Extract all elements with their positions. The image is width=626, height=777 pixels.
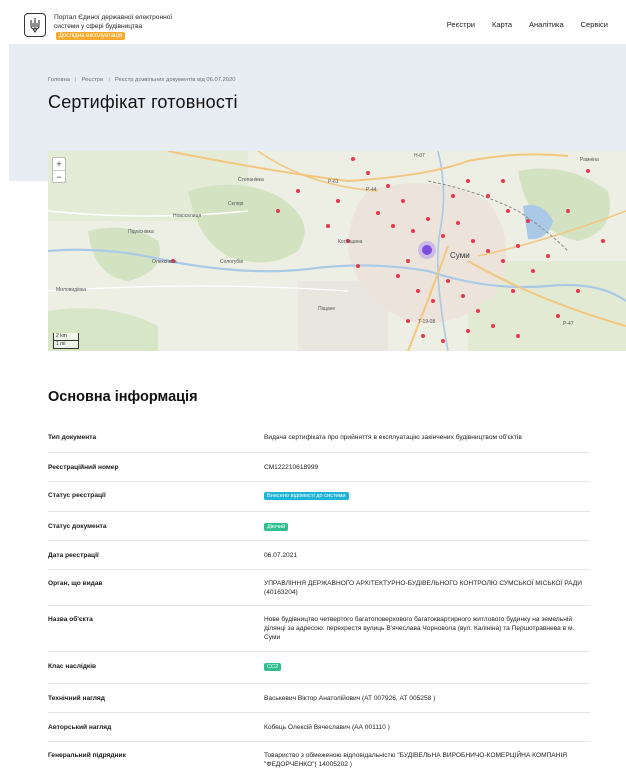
info-value: Васькевич Віктор Анатолійович (АТ 007926… — [264, 695, 436, 702]
info-value: 06.07.2021 — [264, 552, 298, 559]
info-row-author-supervision: Авторський нагляд Кобець Олексій Вячесла… — [48, 713, 590, 742]
info-row-reg-number: Реєстраційний номер СМ122210618999 — [48, 453, 590, 482]
info-label: Орган, що видав — [48, 580, 103, 587]
info-label: Статус реєстрації — [48, 492, 106, 499]
trident-icon — [30, 18, 40, 33]
info-row-general-contractor: Генеральний підрядник Товариство з обмеж… — [48, 742, 590, 777]
map-view[interactable]: Степанівка Суми Косівщина Новоселиця Під… — [48, 151, 626, 351]
map-zoom-control: + − — [52, 157, 66, 183]
map-label-road-p61: P-61 — [328, 179, 339, 185]
map-label-kosivshchyna: Косівщина — [338, 239, 363, 245]
map-label-ramnina: Рамніна — [580, 157, 599, 163]
nav-map[interactable]: Карта — [492, 20, 512, 29]
breadcrumb-separator: | — [75, 77, 77, 83]
info-row-doc-status: Статус документа Діючий — [48, 512, 590, 541]
map-label-pidlisnivka: Підліснівка — [128, 229, 154, 235]
info-label: Генеральний підрядник — [48, 752, 126, 759]
info-value: Товариство з обмеженою відповідальністю … — [264, 752, 568, 768]
map-label-sumy: Суми — [450, 251, 470, 260]
info-row-reg-date: Дата реєстрації 06.07.2021 — [48, 541, 590, 570]
site-header: Портал Єдиної державної електронної сист… — [0, 0, 626, 50]
info-row-issuer: Орган, що видав УПРАВЛІННЯ ДЕРЖАВНОГО АР… — [48, 570, 590, 606]
map-label-skliari: Склярі — [228, 201, 244, 207]
doc-status-badge: Діючий — [264, 523, 289, 531]
scale-mi: 1 mi — [53, 341, 79, 349]
zoom-out-button[interactable]: − — [53, 170, 65, 182]
info-value: Видача сертифіката про прийняття в експл… — [264, 434, 522, 441]
section-title: Основна інформація — [48, 389, 198, 405]
nav-registries[interactable]: Реєстри — [447, 20, 475, 29]
map-label-road-p44: P-44 — [366, 187, 377, 193]
map-label-stepanivka: Степанівка — [238, 177, 264, 183]
info-label: Авторський нагляд — [48, 724, 112, 731]
map-label-road-h07: H-07 — [414, 153, 425, 159]
breadcrumb: Головна | Реєстри | Реєстр дозвільних до… — [48, 77, 235, 83]
info-row-reg-status: Статус реєстрації Внесено відомості до с… — [48, 482, 590, 512]
info-row-tech-supervision: Технічний нагляд Васькевич Віктор Анатол… — [48, 684, 590, 713]
nav-analytics[interactable]: Аналітика — [529, 20, 564, 29]
info-value: УПРАВЛІННЯ ДЕРЖАВНОГО АРХІТЕКТУРНО-БУДІВ… — [264, 580, 583, 596]
info-label: Назва об'єкта — [48, 616, 93, 623]
info-row-object-name: Назва об'єкта Нове будівництво четвертог… — [48, 606, 590, 652]
info-label: Реєстраційний номер — [48, 464, 119, 471]
top-nav: Реєстри Карта Аналітика Сервіси — [447, 20, 608, 29]
scale-km: 2 km — [53, 333, 79, 341]
map-label-mylovydivka: Миловидівка — [56, 287, 86, 293]
info-label: Тип документа — [48, 434, 97, 441]
map-label-sologubiv: Сологубів — [220, 259, 244, 265]
breadcrumb-home[interactable]: Головна — [48, 77, 70, 83]
info-value: Кобець Олексій Вячеславич (АА 001110 ) — [264, 724, 390, 731]
map-label-road-t1908: T-19-08 — [418, 319, 436, 325]
info-label: Статус документа — [48, 523, 107, 530]
info-label: Клас наслідків — [48, 663, 97, 670]
beta-badge: Дослідна експлуатація — [56, 32, 126, 40]
consequence-class-badge: СС2 — [264, 663, 282, 671]
info-label: Дата реєстрації — [48, 552, 99, 559]
map-label-pishchane: Піщане — [318, 306, 336, 312]
coat-of-arms-logo[interactable] — [24, 13, 46, 37]
info-value: Нове будівництво четвертого багатоповерх… — [264, 616, 575, 641]
breadcrumb-current: Реєстр дозвільних документів від 06.07.2… — [114, 77, 236, 83]
portal-title: Портал Єдиної державної електронної сист… — [54, 14, 173, 30]
reg-status-badge: Внесено відомості до системи — [264, 492, 349, 500]
breadcrumb-separator: | — [108, 77, 110, 83]
info-table: Тип документа Видача сертифіката про при… — [48, 424, 590, 777]
map-label-road-p47: P-47 — [563, 321, 574, 327]
zoom-in-button[interactable]: + — [53, 158, 65, 170]
info-label: Технічний нагляд — [48, 695, 105, 702]
portal-name[interactable]: Портал Єдиної державної електронної сист… — [54, 13, 194, 40]
map-label-oleksiivka: Олексіївка — [152, 259, 177, 265]
nav-services[interactable]: Сервіси — [581, 20, 608, 29]
info-value: СМ122210618999 — [264, 464, 319, 471]
map-label-novoselytsia: Новоселиця — [173, 213, 202, 219]
breadcrumb-registries[interactable]: Реєстри — [82, 77, 104, 83]
map-scale: 2 km 1 mi — [53, 333, 79, 349]
page-title: Сертифікат готовності — [48, 92, 238, 112]
info-row-doc-type: Тип документа Видача сертифіката про при… — [48, 424, 590, 453]
info-row-consequence-class: Клас наслідків СС2 — [48, 652, 590, 684]
